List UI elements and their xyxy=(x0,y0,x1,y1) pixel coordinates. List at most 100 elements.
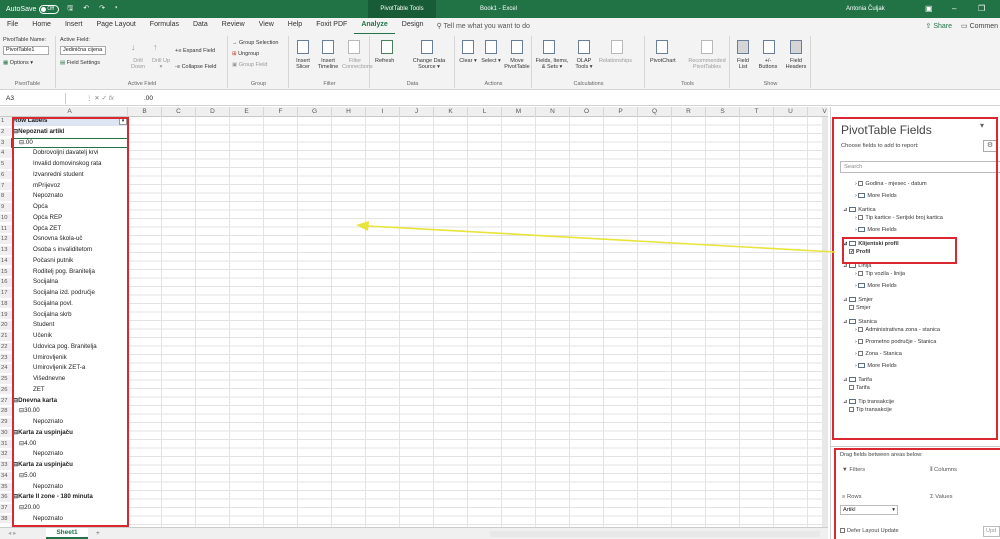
row-number[interactable]: 5 xyxy=(0,160,12,169)
name-box[interactable]: A3 xyxy=(2,93,66,104)
pivot-row-label[interactable]: Socijalna skrb xyxy=(12,311,128,320)
field-table-item[interactable]: ⊿ Tarifa xyxy=(843,377,872,384)
group-selection-button[interactable]: → Group Selection xyxy=(232,40,278,46)
column-header-n[interactable]: N xyxy=(536,107,570,117)
field-list-button[interactable]: Field List xyxy=(733,58,753,70)
pivotchart-button[interactable]: PivotChart xyxy=(650,58,676,64)
row-labels-header[interactable]: Row Labels xyxy=(12,117,128,126)
olap-tools-button[interactable]: OLAP Tools ▾ xyxy=(571,58,597,70)
pivot-row-label[interactable]: Umirovljenik ZET-a xyxy=(12,364,128,373)
row-number[interactable]: 31 xyxy=(0,439,12,448)
pivot-row-label[interactable]: Opća xyxy=(12,203,128,212)
row-number[interactable]: 22 xyxy=(0,342,12,352)
row-number[interactable]: 14 xyxy=(0,256,12,266)
relationships-button[interactable]: Relationships xyxy=(599,58,632,64)
field-checkbox-item[interactable]: Tip transakcije xyxy=(849,407,892,414)
pivottable-name-input[interactable]: PivotTable1 xyxy=(3,46,49,55)
field-table-item[interactable]: ⊿ Klijentski profil xyxy=(843,241,899,248)
field-checkbox-item[interactable]: › Prometno područje - Stanica xyxy=(855,339,936,346)
column-header-u[interactable]: U xyxy=(774,107,808,117)
pivot-row-label[interactable]: Opća ZET xyxy=(12,225,128,234)
field-table-item[interactable]: › More Fields xyxy=(855,283,897,290)
row-number[interactable]: 21 xyxy=(0,332,12,341)
change-data-source-button[interactable]: Change Data Source ▾ xyxy=(407,58,451,70)
rows-field-artikl[interactable]: Artikl ▾ xyxy=(840,505,898,515)
column-header-j[interactable]: J xyxy=(400,107,434,117)
field-settings-button[interactable]: ▤ Field Settings xyxy=(60,60,100,66)
pivot-row-label[interactable]: Socijalna povl. xyxy=(12,300,128,309)
defer-checkbox[interactable] xyxy=(840,528,845,534)
checkbox-icon[interactable] xyxy=(858,327,864,333)
pivot-row-label[interactable]: ⊟Dnevna karta xyxy=(12,397,128,406)
tab-design[interactable]: Design xyxy=(395,17,431,35)
row-number[interactable]: 11 xyxy=(0,224,12,233)
vertical-scrollbar[interactable] xyxy=(822,117,828,527)
quick-access-toolbar[interactable]: 🖫 ↶ ↷ ▾ xyxy=(67,4,121,15)
pivot-row-label[interactable]: Umirovljenik xyxy=(12,354,128,363)
field-checkbox-item[interactable]: ✓ Profil xyxy=(849,249,870,256)
options-button[interactable]: ▦ Options ▾ xyxy=(3,60,33,66)
pivot-row-label[interactable]: ⊟Nepoznati artikl xyxy=(12,128,128,137)
column-header-k[interactable]: K xyxy=(434,107,468,117)
column-header-m[interactable]: M xyxy=(502,107,536,117)
checkbox-icon[interactable] xyxy=(849,385,854,391)
row-number[interactable]: 35 xyxy=(0,482,12,491)
row-number[interactable]: 17 xyxy=(0,289,12,298)
fx-icon[interactable]: ⋮ ✕ ✓ fx xyxy=(86,93,114,104)
add-sheet-button[interactable]: + xyxy=(96,528,100,539)
minimize-icon[interactable]: – xyxy=(952,0,956,18)
column-header-f[interactable]: F xyxy=(264,107,298,117)
row-number[interactable]: 33 xyxy=(0,461,12,470)
column-header-l[interactable]: L xyxy=(468,107,502,117)
column-header-i[interactable]: I xyxy=(366,107,400,117)
pivot-row-label[interactable]: Opća REP xyxy=(12,214,128,223)
column-header-g[interactable]: G xyxy=(298,107,332,117)
pivot-row-label[interactable]: ⊟Karta za uspinjaču xyxy=(12,461,128,470)
field-checkbox-item[interactable]: Tarifa xyxy=(849,385,870,392)
fields-items-sets-button[interactable]: Fields, Items, & Sets ▾ xyxy=(535,58,569,70)
row-number[interactable]: 25 xyxy=(0,375,12,384)
row-number[interactable]: 36 xyxy=(0,493,12,502)
pivot-row-label[interactable]: Invalid domovinskog rata xyxy=(12,160,128,169)
tab-foxit-pdf[interactable]: Foxit PDF xyxy=(309,17,354,35)
checkbox-icon[interactable] xyxy=(858,351,864,357)
column-header-q[interactable]: Q xyxy=(638,107,672,117)
sheet-tab-sheet1[interactable]: Sheet1 xyxy=(46,528,88,539)
group-field-button[interactable]: ▣ Group Field xyxy=(232,62,267,68)
field-table-item[interactable]: ⊿ Tip transakcije xyxy=(843,399,894,406)
row-number[interactable]: 13 xyxy=(0,246,12,255)
sheet-nav-buttons[interactable]: ◂ ▸ xyxy=(8,528,16,539)
row-number[interactable]: 3 xyxy=(0,138,12,147)
checkbox-icon[interactable]: ✓ xyxy=(849,249,854,255)
search-input[interactable]: Search xyxy=(840,161,1000,173)
row-number[interactable]: 10 xyxy=(0,213,12,223)
gear-icon[interactable]: ⚙ xyxy=(983,140,997,152)
row-number[interactable]: 34 xyxy=(0,471,12,481)
pivot-row-label[interactable]: Nepoznato xyxy=(12,418,128,427)
row-number[interactable]: 29 xyxy=(0,418,12,427)
field-table-item[interactable]: › More Fields xyxy=(855,193,897,200)
pivot-row-label[interactable]: Nepoznato xyxy=(12,515,128,524)
column-header-t[interactable]: T xyxy=(740,107,774,117)
row-number[interactable]: 32 xyxy=(0,450,12,459)
field-checkbox-item[interactable]: › Tip vozila - linija xyxy=(855,271,905,278)
ribbon-display-icon[interactable]: ▣ xyxy=(925,0,933,18)
row-number[interactable]: 15 xyxy=(0,267,12,276)
formula-input[interactable]: .00 xyxy=(144,93,153,104)
pivot-row-label[interactable]: ⊟20.00 xyxy=(12,504,128,513)
field-headers-button[interactable]: Field Headers xyxy=(783,58,809,70)
recommended-pivottables-button[interactable]: Recommended PivotTables xyxy=(686,58,728,70)
field-table-item[interactable]: ⊿ Smjer xyxy=(843,297,873,304)
field-table-item[interactable]: ⊿ Stanica xyxy=(843,319,877,326)
field-table-item[interactable]: ⊿ Kartica xyxy=(843,207,876,214)
column-header-r[interactable]: R xyxy=(672,107,706,117)
pivot-row-label[interactable]: Izvanredni student xyxy=(12,171,128,180)
defer-layout-update[interactable]: Defer Layout Update xyxy=(840,528,899,534)
autosave[interactable]: AutoSave Off xyxy=(6,4,60,14)
tab-insert[interactable]: Insert xyxy=(58,17,90,35)
pivot-row-label[interactable]: ⊟4.00 xyxy=(12,440,128,449)
drill-up-button[interactable]: Drill Up ▾ xyxy=(150,58,172,70)
pivot-row-label[interactable]: Nepoznato xyxy=(12,450,128,459)
row-number[interactable]: 27 xyxy=(0,396,12,405)
row-number[interactable]: 2 xyxy=(0,127,12,137)
